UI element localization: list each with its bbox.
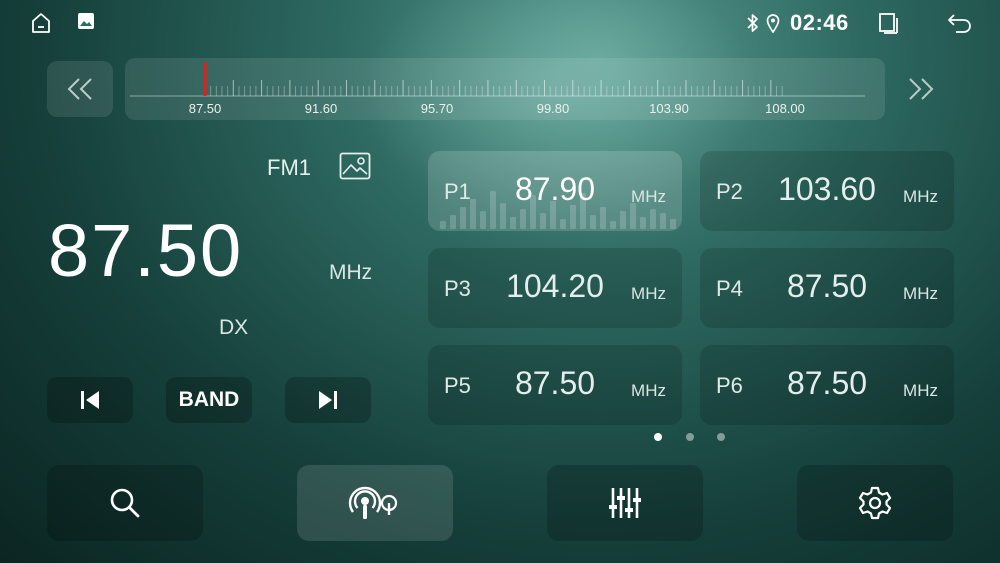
bluetooth-icon xyxy=(746,13,760,35)
dx-indicator[interactable]: DX xyxy=(219,316,248,340)
signal-bar xyxy=(520,209,526,229)
signal-bar xyxy=(570,205,576,229)
signal-bar xyxy=(600,207,606,229)
equalizer-icon xyxy=(609,488,641,518)
equalizer-button[interactable] xyxy=(547,465,703,541)
settings-icon xyxy=(858,486,892,520)
scale-label: 87.50 xyxy=(188,101,222,116)
broadcast-button[interactable] xyxy=(297,465,453,541)
preset-unit: MHz xyxy=(631,187,666,206)
preset-card-1[interactable]: P1 87.90 MHz xyxy=(428,151,682,231)
signal-bar xyxy=(560,219,566,229)
scale-label: 91.60 xyxy=(304,101,338,116)
tuning-needle[interactable] xyxy=(203,62,207,96)
clock: 02:46 xyxy=(790,10,849,35)
signal-bar xyxy=(540,213,546,229)
preset-card-6[interactable]: P6 87.50 MHz xyxy=(700,345,954,425)
preset-card-5[interactable]: P5 87.50 MHz xyxy=(428,345,682,425)
signal-bar xyxy=(670,219,676,229)
scale-label: 108.00 xyxy=(765,101,805,116)
signal-bar xyxy=(660,213,666,229)
page-dot-2[interactable] xyxy=(686,433,694,441)
frequency-scale[interactable]: 87.50 91.60 95.70 99.80 103.90 108.00 xyxy=(125,58,885,120)
double-chevron-right-icon xyxy=(909,78,934,100)
preset-unit: MHz xyxy=(631,381,666,400)
search-button[interactable] xyxy=(47,465,203,541)
settings-button[interactable] xyxy=(797,465,953,541)
preset-unit: MHz xyxy=(903,381,938,400)
station-image-icon[interactable] xyxy=(339,152,371,185)
preset-unit: MHz xyxy=(903,187,938,206)
previous-station-button[interactable] xyxy=(47,377,133,423)
band-button[interactable]: BAND xyxy=(166,377,252,423)
status-bar: 02:46 xyxy=(0,0,1000,48)
seek-forward-button[interactable] xyxy=(888,61,954,117)
back-icon[interactable] xyxy=(947,12,973,34)
signal-bar xyxy=(480,211,486,229)
next-station-button[interactable] xyxy=(285,377,371,423)
band-name: FM1 xyxy=(267,155,311,180)
preset-unit: MHz xyxy=(903,284,938,303)
scale-label: 95.70 xyxy=(420,101,454,116)
preset-unit: MHz xyxy=(631,284,666,303)
search-icon xyxy=(110,488,140,518)
page-dot-3[interactable] xyxy=(717,433,725,441)
location-icon xyxy=(766,13,780,35)
signal-bar xyxy=(510,217,516,229)
signal-bar xyxy=(620,211,626,229)
frequency-unit: MHz xyxy=(329,261,373,284)
current-frequency: 87.50 xyxy=(48,209,244,292)
signal-bar xyxy=(450,215,456,229)
seek-backward-button[interactable] xyxy=(47,61,113,117)
signal-bar xyxy=(650,209,656,229)
signal-bar xyxy=(640,217,646,229)
skip-next-icon xyxy=(319,391,337,409)
gallery-icon[interactable] xyxy=(77,12,99,34)
signal-bar xyxy=(440,221,446,229)
scale-label: 103.90 xyxy=(649,101,689,116)
preset-card-4[interactable]: P4 87.50 MHz xyxy=(700,248,954,328)
double-chevron-left-icon xyxy=(67,78,92,100)
page-dot-1[interactable] xyxy=(654,433,662,441)
signal-bar xyxy=(460,207,466,229)
signal-bar xyxy=(610,221,616,229)
radio-broadcast-icon xyxy=(348,486,398,519)
recent-apps-icon[interactable] xyxy=(878,12,900,34)
scale-label: 99.80 xyxy=(536,101,570,116)
skip-previous-icon xyxy=(81,391,99,409)
preset-card-3[interactable]: P3 104.20 MHz xyxy=(428,248,682,328)
signal-bar xyxy=(590,215,596,229)
preset-card-2[interactable]: P2 103.60 MHz xyxy=(700,151,954,231)
home-icon[interactable] xyxy=(30,12,52,34)
